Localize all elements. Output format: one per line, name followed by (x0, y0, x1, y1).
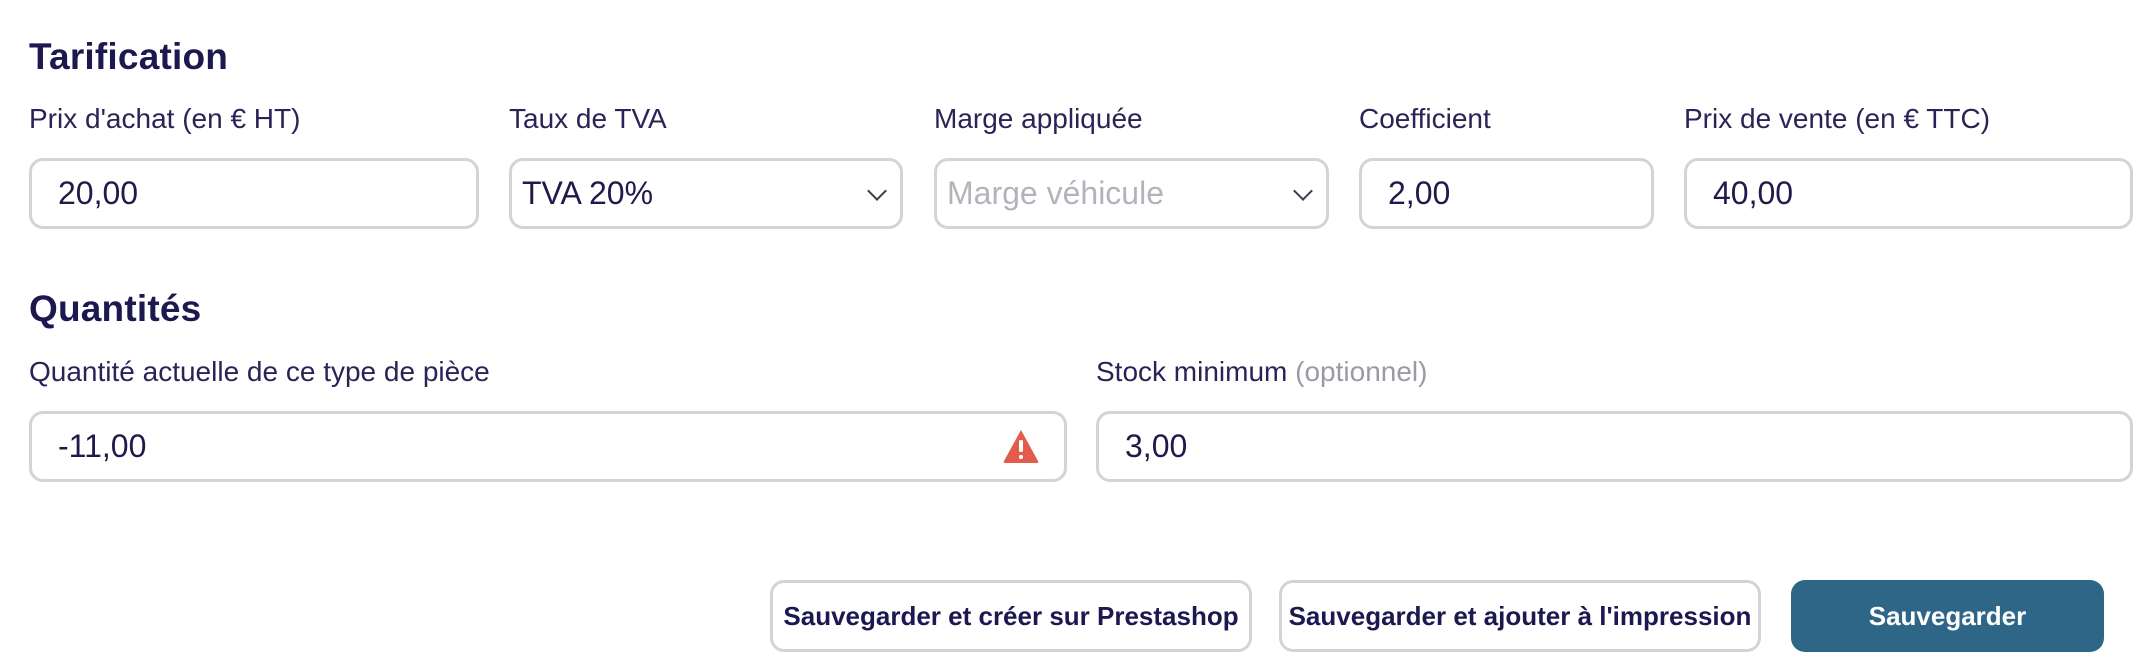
warning-triangle-icon (1003, 430, 1039, 463)
margin-placeholder: Marge véhicule (947, 175, 1164, 211)
sale-price-input[interactable]: 40,00 (1684, 158, 2133, 229)
margin-select[interactable]: Marge véhicule (934, 158, 1329, 229)
vat-rate-value: TVA 20% (522, 175, 654, 211)
vat-rate-select[interactable]: TVA 20% (509, 158, 903, 229)
pricing-section-title: Tarification (29, 36, 229, 77)
min-stock-input[interactable]: 3,00 (1096, 411, 2133, 482)
chevron-down-icon (867, 180, 887, 201)
coefficient-value: 2,00 (1388, 175, 1451, 211)
save-button[interactable]: Sauvegarder (1791, 580, 2104, 652)
product-form: Tarification Prix d'achat (en € HT) 20,0… (0, 0, 2142, 672)
purchase-price-label: Prix d'achat (en € HT) (29, 103, 301, 134)
current-quantity-label: Quantité actuelle de ce type de pièce (29, 356, 490, 387)
min-stock-label: Stock minimum (optionnel) (1096, 356, 1427, 388)
save-and-create-prestashop-button[interactable]: Sauvegarder et créer sur Prestashop (770, 580, 1252, 652)
margin-label: Marge appliquée (934, 103, 1143, 134)
optional-hint: (optionnel) (1295, 356, 1428, 387)
vat-rate-label: Taux de TVA (509, 103, 667, 134)
current-quantity-value: -11,00 (58, 428, 147, 464)
quantities-section-title: Quantités (29, 288, 202, 329)
sale-price-label: Prix de vente (en € TTC) (1684, 103, 1991, 134)
coefficient-label: Coefficient (1359, 103, 1491, 134)
min-stock-label-text: Stock minimum (1096, 356, 1288, 387)
sale-price-value: 40,00 (1713, 175, 1794, 211)
min-stock-value: 3,00 (1125, 428, 1188, 464)
current-quantity-input[interactable]: -11,00 (29, 411, 1067, 482)
purchase-price-input[interactable]: 20,00 (29, 158, 479, 229)
save-and-add-to-print-button[interactable]: Sauvegarder et ajouter à l'impression (1279, 580, 1761, 652)
chevron-down-icon (1293, 180, 1313, 201)
purchase-price-value: 20,00 (58, 175, 139, 211)
coefficient-input[interactable]: 2,00 (1359, 158, 1654, 229)
